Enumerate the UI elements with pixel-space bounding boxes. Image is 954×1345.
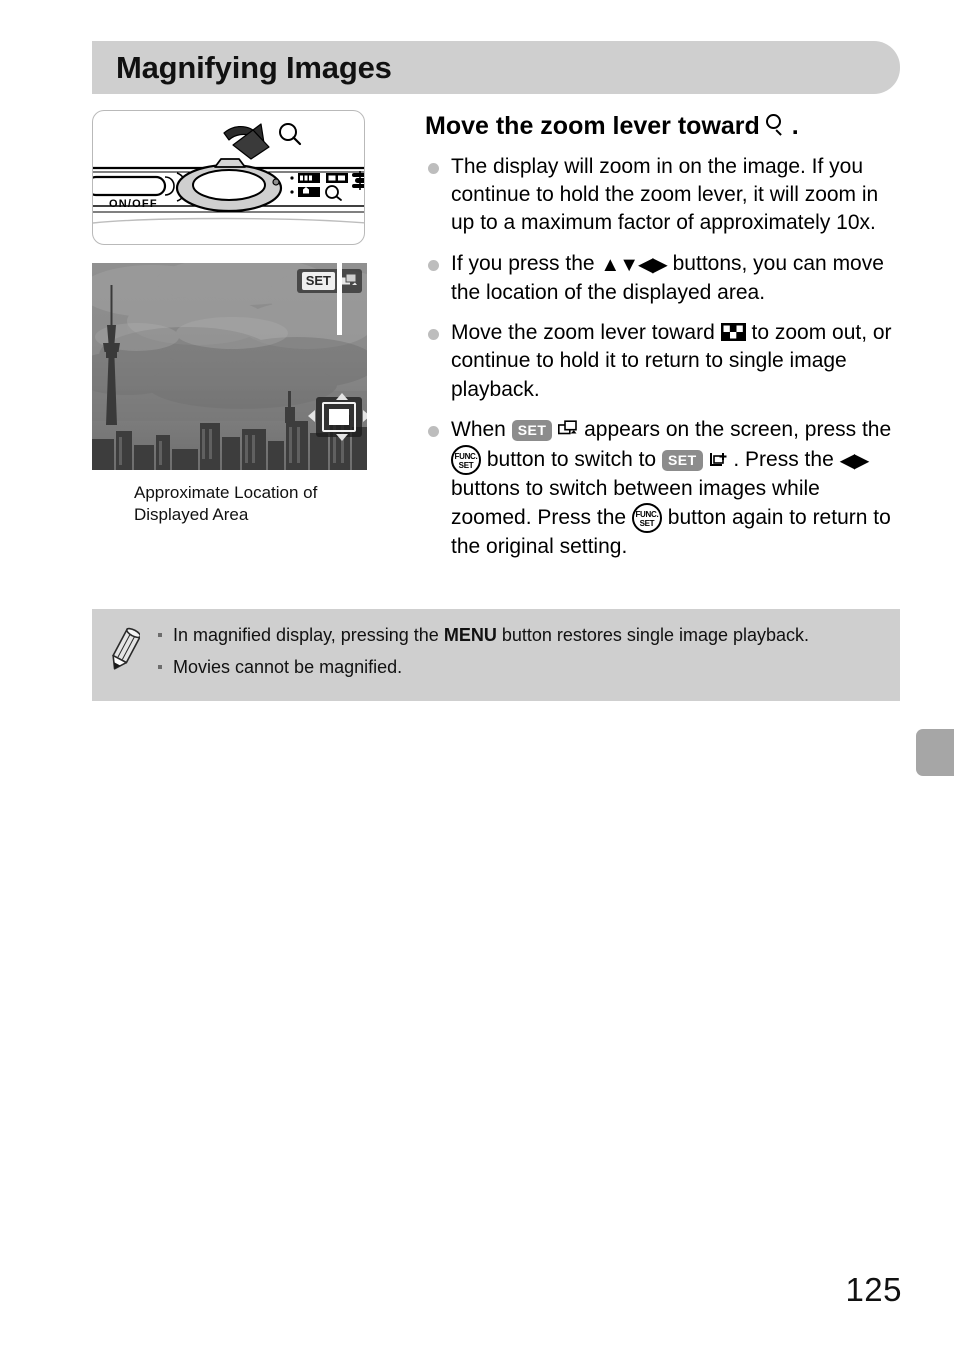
magnify-icon-small: [325, 185, 342, 201]
note-menu-button: In magnified display, pressing the MENU …: [156, 623, 882, 648]
func-label: FUNC.: [454, 451, 478, 461]
bullet-zoom-in-text: The display will zoom in on the image. I…: [451, 154, 879, 235]
page-title: Magnifying Images: [116, 49, 392, 85]
on-off-button: [93, 172, 187, 202]
func-set-button-icon: FUNC. SET: [631, 502, 662, 533]
instruction-heading-text: Move the zoom lever toward: [425, 112, 760, 140]
indicator-arrow-left-icon: [308, 410, 315, 422]
bullet-move-area-text-a: If you press the: [451, 251, 595, 275]
leftright-arrows-icon: ◀▶: [839, 449, 870, 472]
bullet-switch-text-d: . Press the: [733, 447, 834, 471]
figure-caption: Approximate Location of Displayed Area: [134, 483, 318, 525]
func-label: FUNC.: [635, 509, 659, 519]
note-movies: Movies cannot be magnified.: [156, 655, 882, 680]
menu-button-icon: MENU: [443, 625, 497, 645]
camera-top-view-drawing: ON/OFF: [93, 123, 364, 224]
note-text-a: In magnified display, pressing the: [173, 625, 439, 645]
set-label: SET: [639, 518, 655, 528]
displayed-area-indicator: [308, 393, 367, 441]
page-title-bar: Magnifying Images: [92, 41, 900, 94]
jump-icon: [709, 452, 727, 466]
playback-mode-icons: [290, 171, 364, 201]
note-icon-wrap: [92, 623, 156, 673]
curved-arrow-icon: [223, 123, 270, 160]
bullet-switch-text-c: button to switch to: [486, 447, 657, 471]
bullet-switch-images: When SET appears on the screen, press th…: [425, 416, 903, 561]
instruction-heading: Move the zoom lever toward .: [425, 112, 903, 141]
bullet-switch-text-b: appears on the screen, press the: [584, 418, 892, 442]
image-switch-icon: [340, 273, 357, 286]
bullet-zoom-out: Move the zoom lever toward to zoom out, …: [425, 319, 903, 404]
note-box: In magnified display, pressing the MENU …: [92, 609, 900, 701]
image-switch-icon: [558, 420, 578, 435]
indicator-arrow-down-icon: [336, 434, 348, 441]
note-list: In magnified display, pressing the MENU …: [156, 623, 882, 687]
playback-screen-photo: SET: [92, 263, 367, 470]
bullet-zoom-in: The display will zoom in on the image. I…: [425, 153, 903, 238]
pencil-icon: [112, 627, 140, 670]
note-text-b: button restores single image playback.: [501, 625, 810, 645]
bullet-move-area: If you press the ▲▼◀▶ buttons, you can m…: [425, 250, 903, 307]
indicator-arrow-right-icon: [363, 410, 367, 422]
note-movies-text: Movies cannot be magnified.: [173, 656, 403, 677]
zoom-lever-icon: [352, 171, 364, 190]
bullet-zoom-out-text-a: Move the zoom lever toward: [451, 321, 715, 345]
camera-illustration-figure: ON/OFF: [92, 110, 365, 245]
chapter-edge-tab: [916, 729, 954, 776]
set-badge-icon: SET: [511, 420, 553, 442]
left-figure-column: ON/OFF SET Approximate Location of Displ…: [92, 110, 369, 527]
updown-leftright-arrows-icon: ▲▼◀▶: [600, 253, 667, 276]
instruction-bullet-list: The display will zoom in on the image. I…: [425, 153, 903, 561]
magnify-icon: [765, 114, 786, 134]
func-set-button-icon: FUNC. SET: [451, 444, 481, 475]
instruction-heading-period: .: [791, 112, 799, 140]
caption-leader-line: [337, 253, 342, 335]
on-off-label: ON/OFF: [109, 198, 158, 210]
indicator-highlight: [329, 409, 349, 425]
bullet-switch-text-a: When: [451, 418, 506, 442]
instructions-column: Move the zoom lever toward . The display…: [425, 112, 903, 573]
page-number: 125: [845, 1271, 902, 1308]
set-label: SET: [458, 460, 474, 470]
photo-set-badge: SET: [296, 269, 362, 293]
magnify-icon: [279, 123, 302, 146]
set-label: SET: [300, 271, 336, 291]
set-badge-icon: SET: [661, 449, 703, 471]
index-icon: [720, 323, 746, 342]
indicator-arrow-up-icon: [336, 393, 348, 400]
shutter-button-zoom-ring: [175, 158, 283, 213]
